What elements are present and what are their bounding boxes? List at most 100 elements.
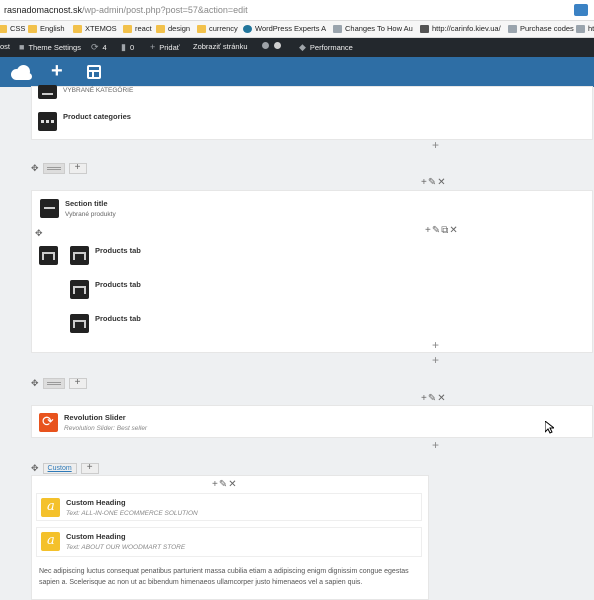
- url-text[interactable]: rasnadomacnost.sk/wp-admin/post.php?post…: [4, 5, 248, 15]
- builder-row-1: VYBRANÉ KATEGÓRIE Product categories: [31, 85, 593, 140]
- element-subtitle: VYBRANÉ KATEGÓRIE: [63, 87, 134, 94]
- move-icon[interactable]: ✥: [35, 228, 43, 239]
- web-icon: [420, 24, 429, 33]
- site-name[interactable]: ost: [0, 42, 10, 51]
- folder-icon: [156, 24, 165, 33]
- products-tab-icon: [70, 280, 89, 299]
- logo-icon[interactable]: [11, 63, 33, 81]
- element-title: Product categories: [63, 112, 131, 121]
- element-subtitle: Revolution Slider: Best seller: [64, 425, 148, 432]
- builder-row-2: Section title Vybrané produkty ✥ +✎⧉✕ Pro…: [31, 190, 593, 353]
- wp-admin-bar: ost ■ Theme Settings ⟳ 4 ▮ 0 + Pridať Zobraz…: [0, 38, 594, 57]
- updates-icon: ⟳: [91, 42, 99, 52]
- element-title: Revolution Slider: [64, 413, 126, 422]
- theme-settings-link[interactable]: ■ Theme Settings: [19, 42, 81, 52]
- section-title-element[interactable]: Section title Vybrané produkty: [40, 199, 116, 219]
- document-icon: [333, 24, 342, 33]
- bookmark-css[interactable]: CSS: [0, 24, 25, 33]
- row-3-controls: ✥ +: [31, 378, 87, 389]
- element-title: Custom Heading: [66, 532, 126, 541]
- section-title-icon: [40, 199, 59, 218]
- theme-color-icon[interactable]: [262, 42, 269, 49]
- add-column-button[interactable]: +: [68, 163, 87, 174]
- folder-icon: [123, 24, 132, 33]
- move-icon[interactable]: ✥: [31, 463, 39, 474]
- document-icon: [508, 24, 517, 33]
- bookmark-currency[interactable]: currency: [197, 24, 238, 33]
- revolution-slider-icon: [39, 413, 58, 432]
- custom-heading-element[interactable]: Custom Heading Text: ALL-IN-ONE ECOMMERCE…: [36, 493, 422, 521]
- element-subtitle: Text: ALL-IN-ONE ECOMMERCE SOLUTION: [66, 510, 198, 517]
- builder-row-3: Revolution Slider Revolution Slider: Best…: [31, 405, 593, 438]
- section-title-element[interactable]: VYBRANÉ KATEGÓRIE: [38, 85, 133, 99]
- performance-link[interactable]: ◆ Performance: [299, 42, 353, 53]
- bookmark-htt[interactable]: htt: [576, 24, 594, 33]
- move-icon[interactable]: ✥: [31, 163, 39, 174]
- tabs-icon: [39, 246, 58, 265]
- element-subtitle: Text: ABOUT OUR WOODMART STORE: [66, 544, 186, 551]
- layout-icon[interactable]: [87, 65, 101, 79]
- view-page-link[interactable]: Zobraziť stránku: [193, 42, 248, 51]
- bookmarks-bar: CSS English XTEMOS react design currency…: [0, 21, 594, 38]
- section-title-icon: [38, 85, 57, 99]
- bookmark-english[interactable]: English: [28, 24, 65, 33]
- element-subtitle: Vybrané produkty: [65, 211, 116, 218]
- comments-link[interactable]: ▮ 0: [121, 42, 134, 53]
- products-tab-element[interactable]: Products tab: [70, 314, 141, 333]
- add-row-plus-icon[interactable]: +: [432, 138, 439, 152]
- bookmark-react[interactable]: react: [123, 24, 152, 33]
- updates-link[interactable]: ⟳ 4: [91, 42, 107, 53]
- wordpress-icon: [243, 24, 252, 33]
- products-tab-element[interactable]: Products tab: [70, 280, 141, 299]
- product-categories-element[interactable]: Product categories: [38, 112, 131, 131]
- builder-toolbar: +: [0, 57, 594, 87]
- add-column-button[interactable]: +: [80, 463, 99, 474]
- extension-icon[interactable]: [574, 4, 588, 16]
- move-icon[interactable]: ✥: [31, 378, 39, 389]
- browser-address-bar[interactable]: rasnadomacnost.sk/wp-admin/post.php?post…: [0, 0, 594, 21]
- folder-icon: [28, 24, 37, 33]
- add-element-button[interactable]: +: [51, 61, 63, 81]
- status-icon[interactable]: [274, 42, 281, 49]
- add-element-plus-icon[interactable]: +: [432, 338, 439, 352]
- add-row-plus-icon[interactable]: +: [432, 438, 439, 452]
- custom-heading-element[interactable]: Custom Heading Text: ABOUT OUR WOODMART S…: [36, 527, 422, 557]
- column-actions[interactable]: +✎✕: [421, 393, 447, 404]
- custom-heading-icon: [41, 498, 60, 517]
- document-icon: [576, 24, 585, 33]
- bookmark-purchase-codes[interactable]: Purchase codes: [508, 24, 574, 33]
- add-row-plus-icon[interactable]: +: [432, 353, 439, 367]
- bookmark-changes[interactable]: Changes To How Au: [333, 24, 413, 33]
- folder-icon: [73, 24, 82, 33]
- bookmark-xtemos[interactable]: XTEMOS: [73, 24, 117, 33]
- drag-handle-icon[interactable]: [42, 378, 65, 389]
- product-categories-icon: [38, 112, 57, 131]
- tabs-container-element[interactable]: [39, 246, 64, 265]
- dashboard-icon: ■: [19, 42, 25, 52]
- plus-icon: +: [150, 42, 156, 52]
- add-new-link[interactable]: + Pridať: [150, 42, 180, 52]
- bookmark-carinfo[interactable]: http://carinfo.kiev.ua/: [420, 24, 501, 33]
- element-title: Custom Heading: [66, 498, 126, 507]
- text-block-paragraph[interactable]: Nec adipiscing luctus consequat penatibu…: [39, 566, 419, 588]
- column-actions[interactable]: +✎✕: [212, 479, 238, 490]
- row-2-controls: ✥ +: [31, 163, 87, 174]
- products-tab-icon: [70, 246, 89, 265]
- bookmark-wordpress-experts[interactable]: WordPress Experts A: [243, 24, 326, 33]
- row-4-controls: ✥ Custom +: [31, 463, 99, 474]
- products-tab-icon: [70, 314, 89, 333]
- column-actions[interactable]: +✎✕: [421, 177, 447, 188]
- element-title: Products tab: [95, 246, 141, 255]
- element-title: Section title: [65, 199, 108, 208]
- products-tab-element[interactable]: Products tab: [70, 246, 141, 265]
- tab-actions[interactable]: +✎⧉✕: [425, 225, 459, 236]
- element-title: Products tab: [95, 314, 141, 323]
- custom-heading-icon: [41, 532, 60, 551]
- revolution-slider-element[interactable]: Revolution Slider Revolution Slider: Best…: [39, 413, 147, 433]
- row-label[interactable]: Custom: [42, 463, 77, 474]
- performance-icon: ◆: [299, 42, 306, 52]
- drag-handle-icon[interactable]: [42, 163, 65, 174]
- bookmark-design[interactable]: design: [156, 24, 190, 33]
- element-title: Products tab: [95, 280, 141, 289]
- add-column-button[interactable]: +: [68, 378, 87, 389]
